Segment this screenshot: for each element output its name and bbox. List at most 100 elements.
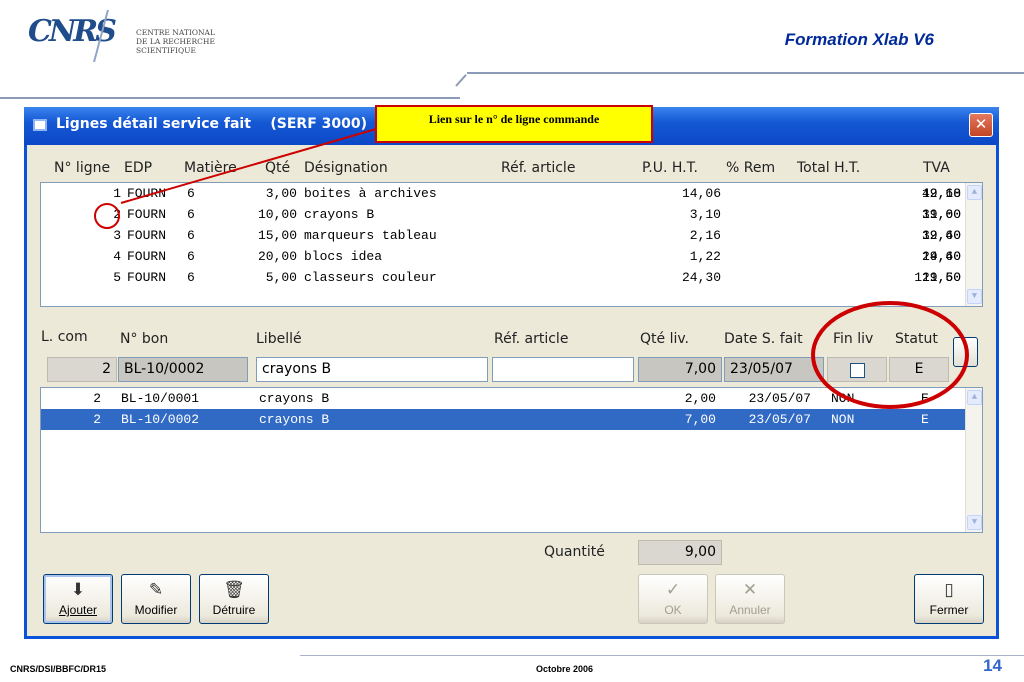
scroll-up-icon[interactable]: ▲: [967, 390, 982, 405]
table-cell: 14,06: [681, 186, 721, 201]
table-cell: 6: [187, 228, 195, 243]
col-header-qte-liv[interactable]: Qté liv.: [640, 331, 689, 347]
app-window: Lignes détail service fait (SERF 3000) ✕…: [24, 107, 999, 639]
close-button[interactable]: ✕: [969, 113, 993, 137]
quantite-label: Quantité: [544, 544, 605, 560]
table-row[interactable]: 3 FOURN 6 15,00 marqueurs tableau 2,16 32,40 19…: [41, 225, 965, 246]
footer-date: Octobre 2006: [536, 664, 594, 674]
ajouter-button[interactable]: ⬇ Ajouter: [43, 574, 113, 624]
table-cell: FOURN: [127, 249, 167, 264]
table-cell: 19,60: [921, 249, 961, 264]
quantite-value: 9,00: [638, 540, 722, 565]
col-header-rem[interactable]: % Rem: [726, 160, 775, 176]
scroll-down-icon[interactable]: ▼: [967, 289, 982, 304]
table-cell: FOURN: [127, 270, 167, 285]
table-cell: 2,16: [689, 228, 721, 243]
table-cell: 2: [93, 391, 101, 406]
edit-icon: ✎: [148, 580, 164, 599]
order-lines-grid[interactable]: 1 FOURN 6 3,00 boites à archives 14,06 42,18 19…: [40, 182, 983, 307]
table-cell: 6: [187, 207, 195, 222]
col-header-qte[interactable]: Qté: [265, 160, 290, 176]
table-row[interactable]: 2 BL-10/0002 crayons B 7,00 23/05/07 NON E: [41, 409, 965, 430]
col-header-tva[interactable]: TVA: [923, 160, 950, 176]
table-cell: BL-10/0002: [121, 412, 200, 427]
table-row[interactable]: 2 BL-10/0001 crayons B 2,00 23/05/07 NON E: [41, 388, 965, 409]
fermer-label: Fermer: [929, 603, 969, 617]
qte-liv-field[interactable]: 7,00: [638, 357, 722, 382]
table-cell: classeurs couleur: [304, 270, 437, 285]
ref-article-field[interactable]: [492, 357, 634, 382]
col-header-date[interactable]: Date S. fait: [724, 331, 803, 347]
libelle-field[interactable]: crayons B: [256, 357, 488, 382]
col-header-edp[interactable]: EDP: [124, 160, 152, 176]
n-bon-field[interactable]: BL-10/0002: [118, 357, 248, 382]
table-cell: 24,30: [681, 270, 721, 285]
window-title: Lignes détail service fait (SERF 3000): [56, 116, 368, 132]
col-header-l-com[interactable]: L. com: [41, 329, 88, 345]
table-cell: FOURN: [127, 228, 167, 243]
cancel-icon: ✕: [742, 580, 758, 599]
l-com-field: 2: [47, 357, 117, 382]
table-cell: 2: [93, 412, 101, 427]
table-cell: marqueurs tableau: [304, 228, 437, 243]
add-icon: ⬇: [70, 580, 86, 599]
table-cell: 1: [113, 186, 121, 201]
table-cell: FOURN: [127, 207, 167, 222]
col-header-pu-ht[interactable]: P.U. H.T.: [642, 160, 698, 176]
table-cell: 19,60: [921, 228, 961, 243]
table-row[interactable]: 4 FOURN 6 20,00 blocs idea 1,22 24,40 19,60: [41, 246, 965, 267]
col-header-ref-article[interactable]: Réf. article: [501, 160, 575, 176]
slide-title: Formation Xlab V6: [784, 30, 934, 49]
door-icon: ▯: [944, 580, 954, 599]
col-header-fin-liv[interactable]: Fin liv: [833, 331, 873, 347]
window-icon: [33, 119, 47, 131]
divider: [455, 74, 467, 87]
col-header-designation[interactable]: Désignation: [304, 160, 388, 176]
fermer-button[interactable]: ▯ Fermer: [914, 574, 984, 624]
scrollbar[interactable]: ▲ ▼: [965, 388, 982, 532]
table-cell: NON: [831, 412, 855, 427]
scrollbar[interactable]: ▲ ▼: [965, 183, 982, 306]
table-cell: 3: [113, 228, 121, 243]
col-header-n-bon[interactable]: N° bon: [120, 331, 168, 347]
table-cell: E: [921, 391, 929, 406]
table-cell: 19,60: [921, 207, 961, 222]
fin-liv-checkbox[interactable]: [850, 363, 865, 378]
col-header-total-ht[interactable]: Total H.T.: [797, 160, 860, 176]
table-cell: 2: [113, 207, 121, 222]
table-cell: NON: [831, 391, 855, 406]
modifier-button[interactable]: ✎ Modifier: [121, 574, 191, 624]
col-header-matiere[interactable]: Matière: [184, 160, 237, 176]
detruire-label: Détruire: [212, 603, 256, 617]
validate-row-button[interactable]: [953, 337, 978, 367]
footer-left: CNRS/DSI/BBFC/DR15: [10, 664, 107, 674]
ok-button[interactable]: ✓ OK: [638, 574, 708, 624]
table-row[interactable]: 1 FOURN 6 3,00 boites à archives 14,06 42,18 19…: [41, 183, 965, 204]
table-cell: BL-10/0001: [121, 391, 200, 406]
annuler-button[interactable]: ✕ Annuler: [715, 574, 785, 624]
date-field[interactable]: 23/05/07: [724, 357, 824, 382]
table-cell: 5: [113, 270, 121, 285]
col-header-ligne[interactable]: N° ligne: [54, 160, 110, 176]
table-cell: 3,00: [265, 186, 297, 201]
check-icon: ✓: [665, 580, 681, 599]
detruire-button[interactable]: 🗑 Détruire: [199, 574, 269, 624]
col-header-statut[interactable]: Statut: [895, 331, 938, 347]
ok-label: OK: [664, 603, 682, 617]
table-cell: blocs idea: [304, 249, 383, 264]
table-cell: 19,60: [921, 270, 961, 285]
table-cell: 6: [187, 186, 195, 201]
page-number: 14: [983, 656, 1002, 675]
table-cell: 6: [187, 270, 195, 285]
cnrs-logo: CNRS CENTRE NATIONAL DE LA RECHERCHE SCI…: [28, 6, 218, 66]
col-header-ref-article-2[interactable]: Réf. article: [494, 331, 568, 347]
deliveries-grid[interactable]: 2 BL-10/0001 crayons B 2,00 23/05/07 NON E 2 BL-…: [40, 387, 983, 533]
scroll-down-icon[interactable]: ▼: [967, 515, 982, 530]
table-cell: 4: [113, 249, 121, 264]
table-row[interactable]: 2 FOURN 6 10,00 crayons B 3,10 31,00 19,60: [41, 204, 965, 225]
table-row[interactable]: 5 FOURN 6 5,00 classeurs couleur 24,30 121,50 1…: [41, 267, 965, 288]
modifier-label: Modifier: [134, 603, 178, 617]
table-cell: crayons B: [259, 412, 330, 427]
scroll-up-icon[interactable]: ▲: [967, 185, 982, 200]
col-header-libelle[interactable]: Libellé: [256, 331, 302, 347]
